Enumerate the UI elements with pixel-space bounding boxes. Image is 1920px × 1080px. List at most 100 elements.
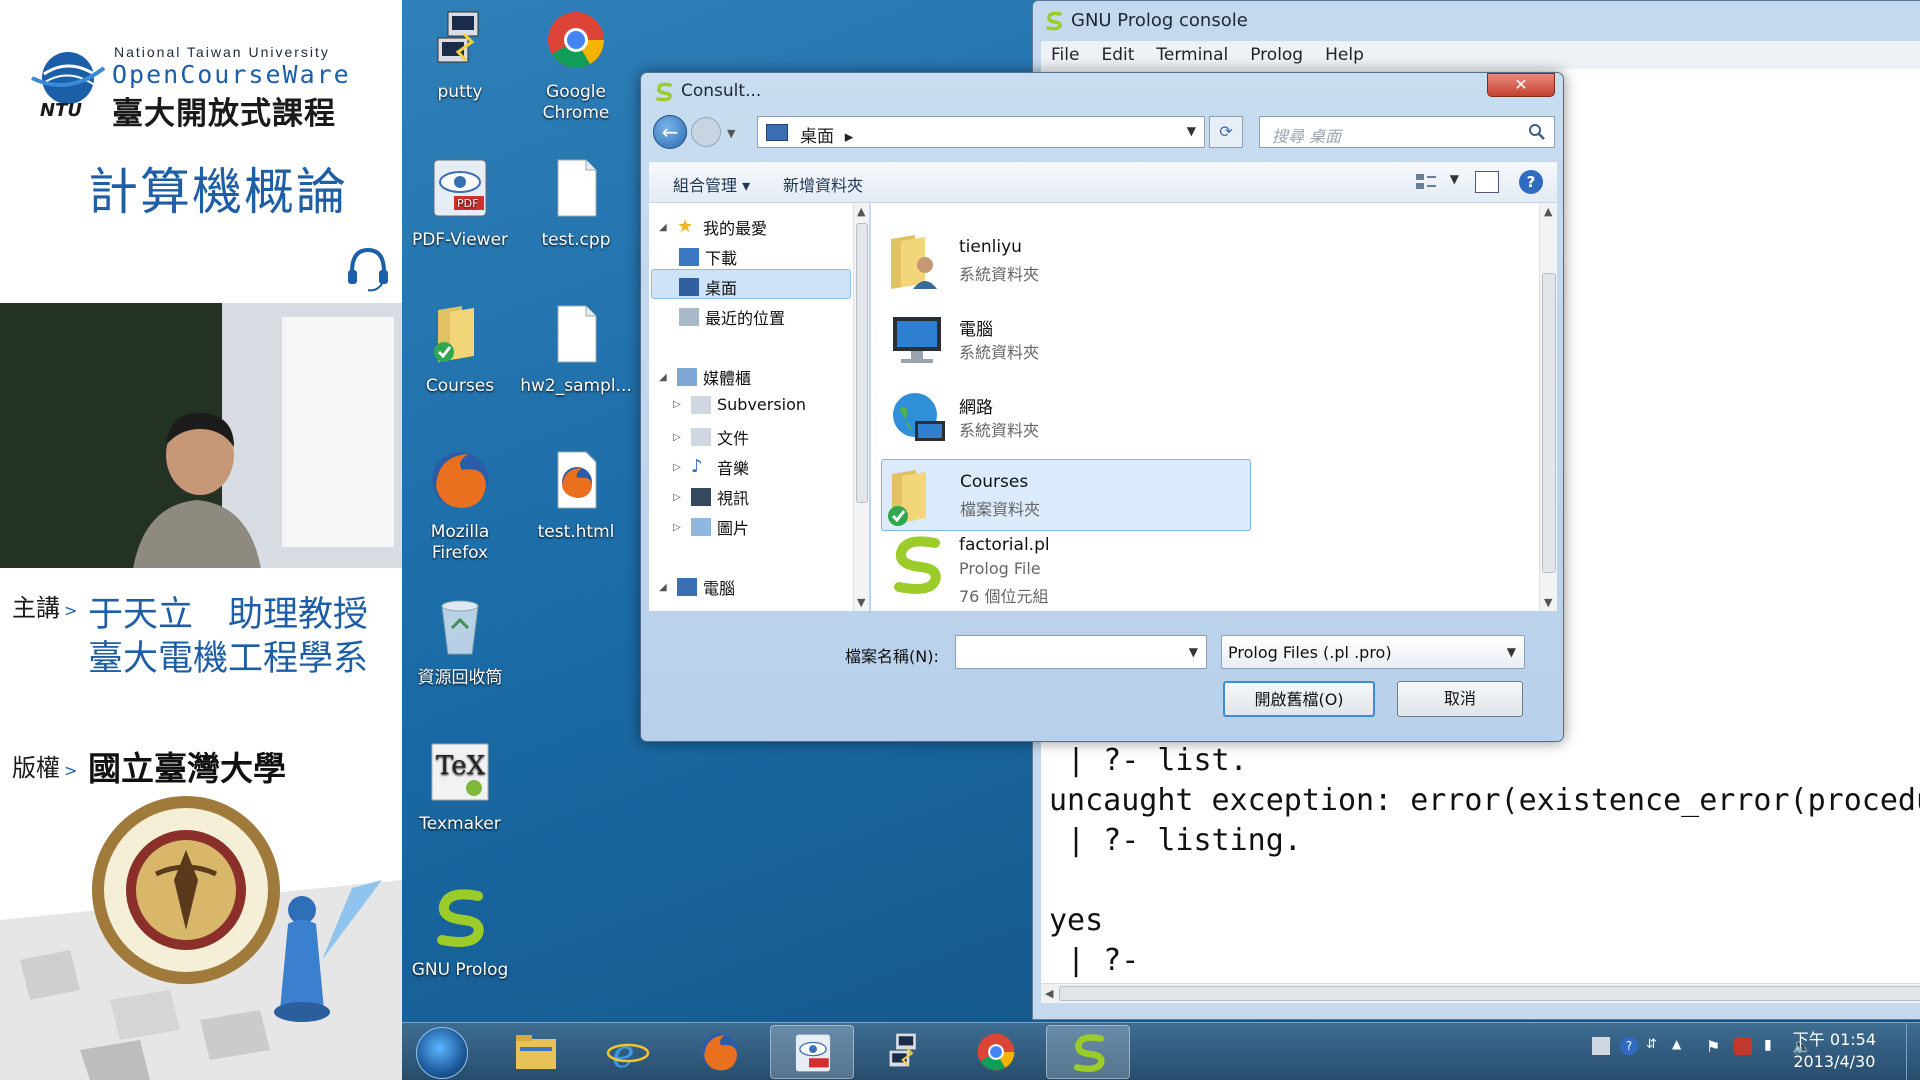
file-name: tienliyu: [959, 237, 1022, 257]
help-icon[interactable]: ?: [1519, 170, 1543, 194]
filter-dropdown-icon: ▼: [1506, 645, 1516, 659]
taskbar-putty[interactable]: [862, 1025, 946, 1079]
tree-item-desktop[interactable]: 桌面: [679, 275, 737, 299]
menu-edit[interactable]: Edit: [1101, 45, 1134, 65]
menu-prolog[interactable]: Prolog: [1250, 45, 1303, 65]
firefox-icon: [432, 452, 488, 508]
tree-item-videos[interactable]: ▷ 視訊: [673, 485, 749, 509]
address-dropdown-icon[interactable]: ▼: [1187, 124, 1196, 138]
file-item-courses[interactable]: Courses 檔案資料夾: [881, 459, 1251, 531]
view-options-icon[interactable]: [1415, 172, 1437, 192]
tree-item-computer[interactable]: ◢ 電腦: [659, 575, 735, 599]
desktop-icon-label: putty: [437, 82, 483, 102]
file-list[interactable]: tienliyu 系統資料夾 電腦 系統資料夾 網路 系統資料夾 Courses…: [871, 203, 1557, 611]
taskbar-clock[interactable]: 下午 01:54 2013/4/30: [1793, 1029, 1876, 1073]
lecturer-figure: [133, 412, 261, 568]
tree-item-music[interactable]: ▷ ♪ 音樂: [673, 455, 749, 479]
navigation-tree[interactable]: ◢ ★ 我的最愛 下載 桌面 最近的位置 ◢ 媒體櫃 ▷ Subversion ▷ 文件 …: [649, 203, 869, 611]
filename-input[interactable]: ▼: [955, 635, 1207, 669]
taskbar-gnu-prolog[interactable]: [1046, 1025, 1130, 1079]
tray-help-icon[interactable]: ?: [1620, 1037, 1638, 1055]
dialog-close-button[interactable]: ✕: [1487, 73, 1555, 97]
preview-pane-icon[interactable]: [1475, 171, 1499, 193]
menu-file[interactable]: File: [1051, 45, 1079, 65]
consult-dialog[interactable]: Consult... ✕ ← ▼ 桌面 ▸ ▼ ⟳ 搜尋 桌面 組合管理 ▾ 新…: [640, 72, 1564, 742]
desktop-icon-gnu-prolog[interactable]: GNU Prolog: [404, 886, 516, 981]
console-horizontal-scrollbar[interactable]: ◀ ▶: [1041, 983, 1920, 1003]
file-type-filter[interactable]: Prolog Files (.pl .pro) ▼: [1221, 635, 1525, 669]
search-box[interactable]: 搜尋 桌面: [1259, 116, 1555, 148]
view-dropdown-icon[interactable]: ▼: [1450, 172, 1459, 186]
taskbar-firefox[interactable]: [678, 1025, 762, 1079]
console-hscroll-thumb[interactable]: [1059, 986, 1920, 1001]
libraries-icon: [677, 368, 697, 386]
history-dropdown-icon[interactable]: ▼: [727, 127, 735, 140]
desktop-icon-test-cpp[interactable]: test.cpp: [520, 156, 632, 251]
desktop-icon-pdf-viewer[interactable]: PDF PDF-Viewer: [404, 156, 516, 251]
tray-language-icon[interactable]: ⇵: [1646, 1037, 1664, 1055]
taskbar-internet-explorer[interactable]: e: [586, 1025, 670, 1079]
file-item-network[interactable]: 網路 系統資料夾: [881, 381, 1251, 453]
file-scroll-up-icon[interactable]: ▲: [1544, 205, 1552, 218]
desktop-icon-hw2[interactable]: hw2_sampl...: [520, 302, 632, 397]
tree-item-pictures[interactable]: ▷ 圖片: [673, 515, 749, 539]
tray-keyboard-icon[interactable]: [1592, 1037, 1610, 1055]
downloads-folder-icon: [679, 248, 699, 266]
open-button[interactable]: 開啟舊檔(O): [1223, 681, 1375, 717]
cancel-button[interactable]: 取消: [1397, 681, 1523, 717]
file-size: 76 個位元組: [959, 587, 1049, 606]
clock-time: 下午 01:54: [1792, 1030, 1876, 1049]
file-item-factorial[interactable]: factorial.pl Prolog File 76 個位元組: [881, 529, 1251, 611]
desktop-monitor-icon: [679, 278, 699, 296]
search-icon[interactable]: [1528, 123, 1546, 141]
console-titlebar[interactable]: GNU Prolog console — ▢ ✕: [1033, 1, 1920, 41]
taskbar-pdf-viewer[interactable]: [770, 1025, 854, 1079]
start-button[interactable]: [416, 1027, 468, 1079]
action-center-flag-icon[interactable]: ⚑: [1706, 1037, 1724, 1056]
taskbar-chrome[interactable]: [954, 1025, 1038, 1079]
tray-show-hidden-icon[interactable]: ▲: [1672, 1037, 1690, 1055]
organize-button[interactable]: 組合管理 ▾: [673, 172, 750, 196]
tree-item-recent[interactable]: 最近的位置: [679, 305, 785, 329]
file-item-user-folder[interactable]: tienliyu 系統資料夾: [881, 225, 1251, 297]
new-folder-button[interactable]: 新增資料夾: [783, 172, 863, 196]
tree-item-downloads[interactable]: 下載: [679, 245, 737, 269]
taskbar-explorer[interactable]: [494, 1025, 578, 1079]
desktop-icon-test-html[interactable]: test.html: [520, 448, 632, 543]
forward-button[interactable]: [691, 117, 721, 147]
tree-item-favorites[interactable]: ◢ ★ 我的最愛: [659, 215, 767, 239]
menu-terminal[interactable]: Terminal: [1156, 45, 1228, 65]
address-bar[interactable]: 桌面 ▸ ▼: [757, 116, 1205, 148]
tree-scroll-down-icon[interactable]: ▼: [857, 596, 865, 609]
file-item-computer[interactable]: 電腦 系統資料夾: [881, 303, 1251, 375]
menu-help[interactable]: Help: [1325, 45, 1364, 65]
back-button[interactable]: ←: [653, 115, 687, 149]
file-list-scrollbar[interactable]: ▲ ▼: [1539, 203, 1557, 611]
desktop-icon-chrome[interactable]: Google Chrome: [520, 8, 632, 124]
show-desktop-button[interactable]: [1906, 1023, 1920, 1080]
tree-item-documents[interactable]: ▷ 文件: [673, 425, 749, 449]
tree-item-subversion[interactable]: ▷ Subversion: [673, 395, 806, 414]
desktop-icon-recycle-bin[interactable]: 資源回收筒: [404, 594, 516, 689]
tree-item-libraries[interactable]: ◢ 媒體櫃: [659, 365, 751, 389]
desktop-icon-courses[interactable]: Courses: [404, 302, 516, 397]
network-signal-icon[interactable]: ▮: [1764, 1037, 1782, 1055]
tree-scroll-thumb[interactable]: [856, 223, 868, 503]
taskbar: e ? ⇵ ▲ ⚑ ▮ 🔈 下午 01:54 2013/4/30: [402, 1022, 1920, 1080]
filename-dropdown-icon[interactable]: ▼: [1189, 645, 1198, 659]
scroll-left-arrow-icon[interactable]: ◀: [1045, 987, 1053, 1000]
file-scroll-thumb[interactable]: [1542, 273, 1556, 573]
desktop-icon-firefox[interactable]: Mozilla Firefox: [404, 448, 516, 564]
desktop-icon-putty[interactable]: putty: [404, 8, 516, 103]
tray-security-icon[interactable]: [1734, 1037, 1752, 1055]
desktop-icon-label: test.cpp: [541, 230, 611, 250]
refresh-button[interactable]: ⟳: [1209, 116, 1243, 148]
tree-scrollbar[interactable]: ▲ ▼: [853, 203, 869, 611]
tree-scroll-up-icon[interactable]: ▲: [857, 205, 865, 218]
lecture-video[interactable]: [0, 303, 402, 568]
copyright-holder: 國立臺灣大學: [88, 749, 286, 788]
music-icon: ♪: [691, 456, 703, 477]
file-name: 電腦: [959, 320, 993, 340]
file-scroll-down-icon[interactable]: ▼: [1544, 596, 1552, 609]
desktop-icon-texmaker[interactable]: TeX Texmaker: [404, 740, 516, 835]
